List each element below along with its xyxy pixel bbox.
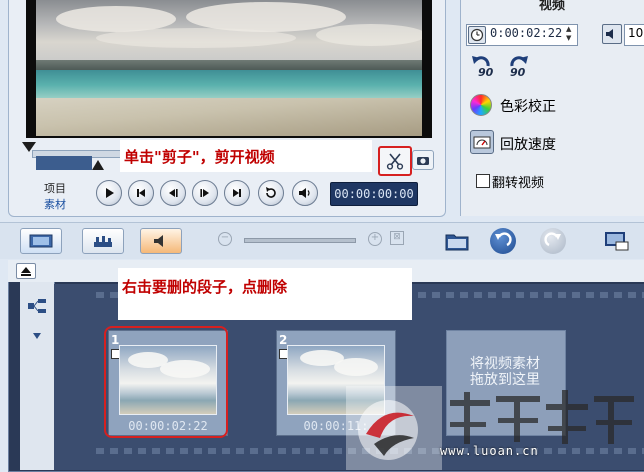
timecode-display[interactable]: 00:00:00:00	[330, 182, 418, 206]
render-icon	[605, 232, 629, 251]
zoom-slider[interactable]	[244, 238, 356, 243]
clock-icon	[468, 26, 486, 44]
audio-icon	[154, 235, 163, 247]
play-button[interactable]	[96, 180, 122, 206]
clip-volume-value[interactable]: 10	[628, 26, 643, 40]
step-back-icon	[169, 189, 178, 197]
audio-view-button[interactable]	[140, 228, 182, 254]
clip-mode-label[interactable]: 素材	[44, 196, 66, 212]
timeline-icon	[94, 236, 112, 247]
playback-speed-button[interactable]: 回放速度	[500, 134, 556, 154]
trim-range	[36, 156, 92, 170]
step-forward-icon	[200, 189, 209, 197]
duration-decrement-icon[interactable]: ▼	[566, 34, 575, 42]
skip-to-end-icon	[233, 189, 241, 197]
duration-value[interactable]: 0:00:02:22	[490, 26, 562, 40]
next-frame-button[interactable]	[192, 180, 218, 206]
go-to-start-button[interactable]	[128, 180, 154, 206]
smart-render-button[interactable]	[602, 228, 630, 254]
fit-timeline-icon[interactable]: ⊠	[390, 231, 404, 245]
skip-to-start-icon	[137, 189, 145, 197]
color-wheel-icon[interactable]	[470, 94, 492, 116]
rotate-left-label: 90	[478, 66, 494, 79]
track-dropdown-icon[interactable]	[32, 332, 42, 340]
repeat-button[interactable]	[258, 180, 284, 206]
delete-instruction-callout: 右击要删的段子，点删除	[118, 268, 412, 320]
speaker-icon	[299, 188, 310, 198]
redo-button[interactable]	[540, 228, 566, 254]
clip-volume-icon[interactable]	[602, 24, 622, 44]
scissors-icon	[386, 153, 404, 170]
storyboard-view-button[interactable]	[20, 228, 62, 254]
filmstrip-icon	[29, 234, 53, 248]
repeat-icon	[266, 187, 276, 198]
volume-button[interactable]	[292, 180, 318, 206]
track-selector-rail	[20, 282, 55, 470]
watermark-url: www.luoan.cn	[440, 444, 539, 458]
drop-hint-line-1: 将视频素材	[470, 356, 540, 372]
camera-icon	[417, 157, 429, 165]
redo-icon	[544, 232, 561, 247]
collapse-button[interactable]	[16, 263, 36, 279]
options-tab-video[interactable]: 视频	[460, 0, 644, 14]
reverse-video-label[interactable]: 翻转视频	[492, 172, 544, 191]
cut-instruction-callout: 单击"剪子"，剪开视频	[120, 140, 372, 172]
preview-screen	[26, 0, 432, 138]
undo-button[interactable]	[490, 228, 516, 254]
project-mode-label[interactable]: 项目	[44, 180, 66, 196]
playback-speed-icon[interactable]	[470, 130, 494, 154]
undo-icon	[495, 232, 512, 247]
cut-instruction-text: 单击"剪子"，剪开视频	[124, 148, 275, 166]
zoom-in-icon[interactable]: +	[368, 232, 382, 246]
zoom-out-icon[interactable]: −	[218, 232, 232, 246]
rotate-right-label: 90	[510, 66, 526, 79]
delete-instruction-text: 右击要删的段子，点删除	[122, 278, 288, 296]
cut-video-button[interactable]	[378, 146, 412, 176]
trim-end-marker[interactable]	[92, 160, 104, 170]
eject-icon	[21, 267, 31, 276]
folder-icon	[445, 234, 469, 251]
color-correction-button[interactable]: 色彩校正	[500, 96, 556, 116]
clip-highlight-marker	[104, 326, 228, 438]
previous-frame-button[interactable]	[160, 180, 186, 206]
go-to-end-button[interactable]	[224, 180, 250, 206]
timeline-view-button[interactable]	[82, 228, 124, 254]
track-manager-icon[interactable]	[26, 298, 48, 314]
insert-media-button[interactable]	[444, 230, 470, 252]
snapshot-button[interactable]	[412, 150, 434, 170]
duration-increment-icon[interactable]: ▲	[566, 25, 575, 33]
preview-video-frame	[36, 0, 422, 136]
play-icon	[106, 188, 114, 198]
reverse-video-checkbox[interactable]	[476, 174, 490, 188]
